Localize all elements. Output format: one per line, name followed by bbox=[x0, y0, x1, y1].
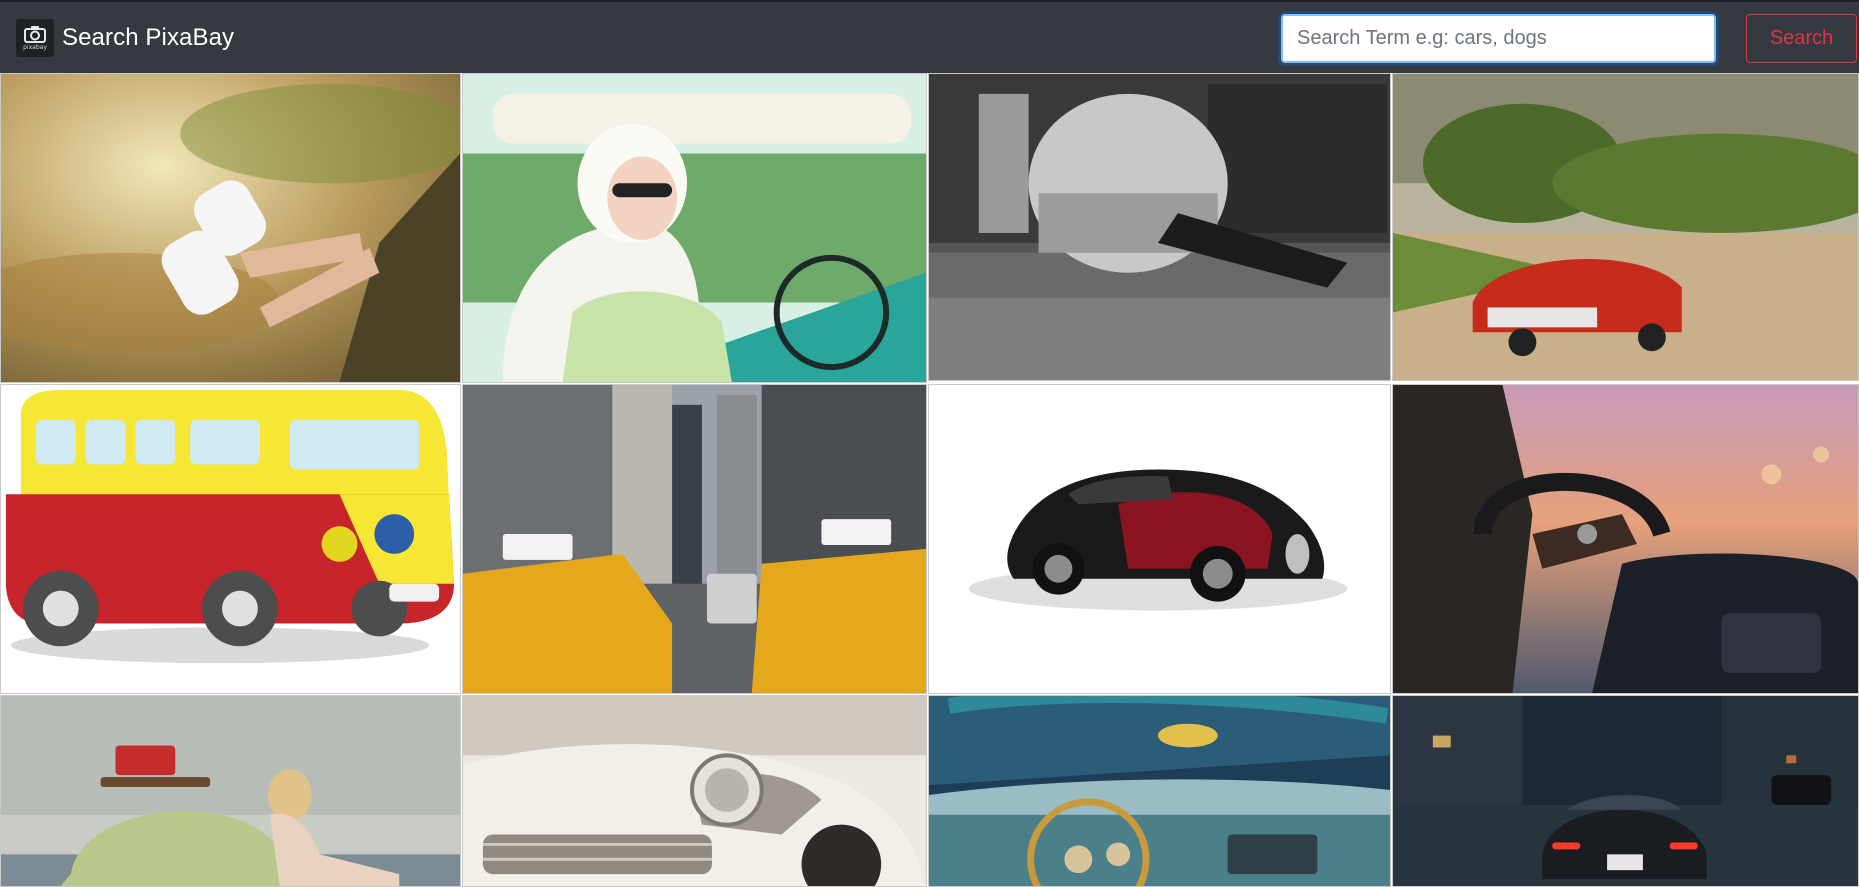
image-result-8[interactable] bbox=[1392, 384, 1859, 694]
navbar: pixabay Search PixaBay Search bbox=[0, 0, 1859, 73]
brand-title: Search PixaBay bbox=[62, 23, 235, 51]
camera-icon bbox=[24, 25, 46, 43]
image-result-9[interactable] bbox=[0, 695, 461, 887]
bugatti-photo bbox=[929, 385, 1390, 693]
vintage-dashboard-photo bbox=[929, 696, 1390, 886]
peace-bus-illustration bbox=[1, 385, 460, 693]
logo-text: pixabay bbox=[23, 43, 47, 51]
image-result-12[interactable] bbox=[1392, 695, 1859, 887]
image-result-10[interactable] bbox=[462, 695, 927, 887]
yellow-taxis-photo bbox=[463, 385, 926, 693]
beetle-beach-photo bbox=[1, 696, 460, 886]
sneakers-photo bbox=[1, 74, 460, 382]
search-button[interactable]: Search bbox=[1746, 14, 1857, 63]
image-result-5[interactable] bbox=[0, 384, 461, 694]
image-result-6[interactable] bbox=[462, 384, 927, 694]
woman-vintage-car-photo bbox=[463, 74, 926, 382]
white-cadillac-photo bbox=[463, 696, 926, 886]
image-result-3[interactable] bbox=[928, 73, 1391, 381]
brand-link[interactable]: pixabay Search PixaBay bbox=[16, 18, 235, 57]
red-convertible-photo bbox=[1393, 74, 1858, 380]
pixabay-logo: pixabay bbox=[16, 18, 54, 57]
image-result-1[interactable] bbox=[0, 73, 461, 383]
driver-steering-wheel-photo bbox=[1393, 385, 1858, 693]
search-form: Search bbox=[1281, 14, 1857, 63]
image-result-11[interactable] bbox=[928, 695, 1391, 887]
sports-car-night-photo bbox=[1393, 696, 1858, 886]
image-grid bbox=[0, 73, 1859, 887]
mechanic-beetle-photo bbox=[929, 74, 1390, 380]
search-input[interactable] bbox=[1281, 14, 1716, 63]
image-result-7[interactable] bbox=[928, 384, 1391, 694]
image-result-4[interactable] bbox=[1392, 73, 1859, 381]
image-result-2[interactable] bbox=[462, 73, 927, 383]
